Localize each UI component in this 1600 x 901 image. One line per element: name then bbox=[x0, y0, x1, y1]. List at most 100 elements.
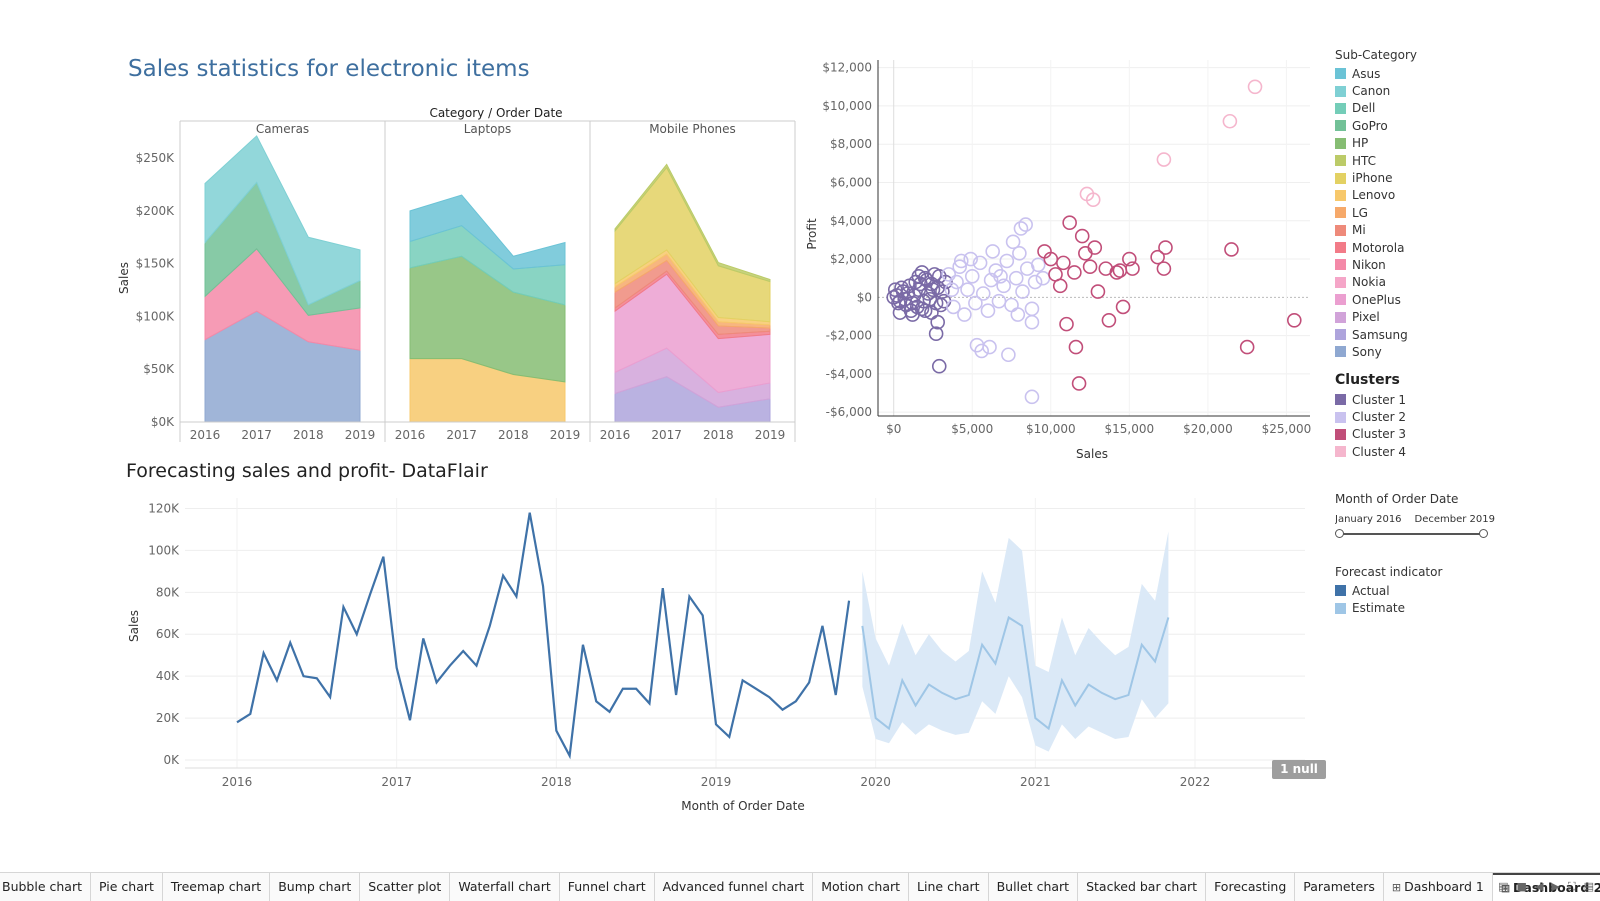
scatter-point-cluster-2[interactable] bbox=[1001, 347, 1016, 363]
scatter-point-cluster-2[interactable] bbox=[1030, 257, 1046, 273]
subcategory-legend-item[interactable]: OnePlus bbox=[1335, 291, 1417, 308]
subcategory-legend-item[interactable]: Motorola bbox=[1335, 239, 1417, 256]
subcategory-legend-item[interactable]: Mi bbox=[1335, 222, 1417, 239]
scatter-point-cluster-4[interactable] bbox=[1222, 113, 1238, 129]
tab-bubble-chart[interactable]: Bubble chart bbox=[0, 873, 91, 901]
subcategory-legend-item[interactable]: Asus bbox=[1335, 65, 1417, 82]
scatter-point-cluster-2[interactable] bbox=[1027, 274, 1043, 290]
area-plot-area[interactable] bbox=[204, 135, 771, 423]
presentation-icon[interactable]: ▤ bbox=[1584, 880, 1594, 894]
scatter-point-cluster-2[interactable] bbox=[1035, 270, 1051, 286]
scatter-point-cluster-4[interactable] bbox=[1247, 79, 1263, 95]
scatter-point-cluster-3[interactable] bbox=[1286, 313, 1302, 328]
null-indicator-badge[interactable]: 1 null bbox=[1272, 760, 1326, 779]
tab-bump-chart[interactable]: Bump chart bbox=[270, 873, 361, 901]
scatter-plot[interactable]: $12,000 $10,000 $8,000 $6,000 $4,000 $2,000 $0… bbox=[800, 48, 1320, 468]
scatter-point-cluster-3[interactable] bbox=[1071, 376, 1087, 391]
tab-forecasting[interactable]: Forecasting bbox=[1206, 873, 1296, 901]
tab-treemap-chart[interactable]: Treemap chart bbox=[163, 873, 271, 901]
tab-motion-chart[interactable]: Motion chart bbox=[813, 873, 910, 901]
scatter-point-cluster-2[interactable] bbox=[1005, 234, 1021, 250]
sheet-grid-icon[interactable]: ▤ bbox=[1498, 880, 1508, 894]
scatter-point-cluster-2[interactable] bbox=[980, 303, 996, 319]
tab-parameters[interactable]: Parameters bbox=[1295, 873, 1384, 901]
scatter-point-cluster-3[interactable] bbox=[1224, 242, 1239, 257]
scatter-point-cluster-1[interactable] bbox=[931, 358, 947, 374]
scatter-point-cluster-2[interactable] bbox=[1024, 389, 1040, 405]
scatter-point-cluster-2[interactable] bbox=[982, 339, 997, 355]
scatter-point-cluster-2[interactable] bbox=[1004, 297, 1019, 313]
scatter-point-cluster-2[interactable] bbox=[1015, 284, 1030, 299]
sheet-navigation[interactable]: ▤ ■ ◀ ▶ ⛶ ▤ bbox=[1498, 880, 1594, 894]
month-range-slider[interactable] bbox=[1335, 529, 1488, 539]
scatter-point-cluster-3[interactable] bbox=[1059, 316, 1074, 332]
subcategory-legend[interactable]: Sub-Category Asus Canon Dell GoPro HP HTC iPho… bbox=[1335, 48, 1417, 361]
slider-start-handle[interactable] bbox=[1335, 529, 1344, 538]
scatter-plot-area[interactable]: $12,000 $10,000 $8,000 $6,000 $4,000 $2,000 $0… bbox=[822, 60, 1311, 436]
tab-funnel-chart[interactable]: Funnel chart bbox=[560, 873, 655, 901]
scatter-point-cluster-3[interactable] bbox=[1087, 240, 1103, 255]
tab-stacked-bar-chart[interactable]: Stacked bar chart bbox=[1078, 873, 1207, 901]
scatter-point-cluster-3[interactable] bbox=[1067, 265, 1082, 280]
forecast-indicator-legend-item[interactable]: Estimate bbox=[1335, 599, 1442, 616]
scatter-point-cluster-3[interactable] bbox=[1239, 339, 1255, 355]
clusters-legend[interactable]: Clusters Cluster 1 Cluster 2 Cluster 3 Clus… bbox=[1335, 372, 1406, 461]
scatter-point-cluster-3[interactable] bbox=[1078, 246, 1093, 261]
scatter-point-cluster-3[interactable] bbox=[1074, 228, 1090, 244]
subcategory-legend-item[interactable]: Dell bbox=[1335, 100, 1417, 117]
scatter-point-cluster-2[interactable] bbox=[991, 293, 1007, 309]
subcategory-legend-item[interactable]: Nokia bbox=[1335, 274, 1417, 291]
tab-pie-chart[interactable]: Pie chart bbox=[91, 873, 163, 901]
clusters-legend-item[interactable]: Cluster 1 bbox=[1335, 391, 1406, 408]
scatter-point-cluster-2[interactable] bbox=[1024, 314, 1040, 330]
scatter-point-cluster-2[interactable] bbox=[975, 286, 991, 301]
next-sheet-icon[interactable]: ▶ bbox=[1551, 880, 1559, 894]
scatter-point-cluster-3[interactable] bbox=[1115, 299, 1131, 315]
previous-sheet-icon[interactable]: ◀ bbox=[1535, 880, 1543, 894]
forecast-indicator-legend-item[interactable]: Actual bbox=[1335, 582, 1442, 599]
subcategory-legend-item[interactable]: HP bbox=[1335, 135, 1417, 152]
clusters-legend-item[interactable]: Cluster 2 bbox=[1335, 408, 1406, 425]
scatter-point-cluster-3[interactable] bbox=[1156, 261, 1172, 276]
scatter-point-cluster-2[interactable] bbox=[1008, 270, 1024, 286]
clusters-legend-item[interactable]: Cluster 4 bbox=[1335, 443, 1406, 460]
subcategory-legend-item[interactable]: Lenovo bbox=[1335, 187, 1417, 204]
subcategory-legend-item[interactable]: HTC bbox=[1335, 152, 1417, 169]
fullscreen-icon[interactable]: ⛶ bbox=[1568, 880, 1576, 894]
subcategory-legend-item[interactable]: iPhone bbox=[1335, 169, 1417, 186]
scatter-point-cluster-2[interactable] bbox=[957, 307, 972, 322]
scatter-point-cluster-3[interactable] bbox=[1082, 259, 1098, 275]
tab-bullet-chart[interactable]: Bullet chart bbox=[989, 873, 1079, 901]
forecast-plot-area[interactable]: 120K 100K 80K 60K 40K 20K 0K 2016 2017 2018 2019 20… bbox=[148, 498, 1305, 789]
scatter-point-cluster-3[interactable] bbox=[1101, 313, 1117, 328]
scatter-point-cluster-1[interactable] bbox=[936, 293, 952, 309]
scatter-point-cluster-3[interactable] bbox=[1056, 255, 1071, 271]
tab-dashboard-1[interactable]: ⊞ Dashboard 1 bbox=[1384, 873, 1493, 901]
subcategory-legend-item[interactable]: Samsung bbox=[1335, 326, 1417, 343]
scatter-point-cluster-3[interactable] bbox=[1052, 278, 1068, 294]
tab-advanced-funnel-chart[interactable]: Advanced funnel chart bbox=[655, 873, 814, 901]
clusters-legend-item[interactable]: Cluster 3 bbox=[1335, 426, 1406, 443]
sheet-tab-bar[interactable]: Bubble chart Pie chart Treemap chart Bump c… bbox=[0, 872, 1600, 901]
tab-scatter-plot[interactable]: Scatter plot bbox=[360, 873, 451, 901]
scatter-point-cluster-3[interactable] bbox=[1090, 284, 1106, 299]
slider-end-handle[interactable] bbox=[1479, 529, 1488, 538]
scatter-point-cluster-3[interactable] bbox=[1062, 215, 1077, 230]
subcategory-legend-item[interactable]: Pixel bbox=[1335, 308, 1417, 325]
scatter-point-cluster-2[interactable] bbox=[985, 244, 1000, 259]
forecast-indicator-legend[interactable]: Forecast indicator Actual Estimate bbox=[1335, 565, 1442, 617]
subcategory-legend-item[interactable]: Sony bbox=[1335, 343, 1417, 360]
scatter-point-cluster-2[interactable] bbox=[999, 253, 1015, 269]
subcategory-legend-item[interactable]: Canon bbox=[1335, 82, 1417, 99]
area-chart[interactable]: Category / Order Date $250K $200K $150K $10… bbox=[110, 100, 810, 450]
subcategory-legend-item[interactable]: Nikon bbox=[1335, 256, 1417, 273]
scatter-point-cluster-2[interactable] bbox=[1024, 301, 1040, 317]
sheet-filmstrip-icon[interactable]: ■ bbox=[1517, 880, 1527, 894]
scatter-point-cluster-3[interactable] bbox=[1068, 339, 1084, 355]
subcategory-legend-item[interactable]: LG bbox=[1335, 204, 1417, 221]
tab-line-chart[interactable]: Line chart bbox=[909, 873, 989, 901]
forecast-chart[interactable]: 120K 100K 80K 60K 40K 20K 0K 2016 2017 2018 2019 20… bbox=[110, 488, 1320, 828]
scatter-point-cluster-3[interactable] bbox=[1158, 240, 1173, 255]
scatter-point-cluster-2[interactable] bbox=[1010, 307, 1026, 322]
month-filter[interactable]: Month of Order Date January 2016 Decembe… bbox=[1335, 492, 1495, 539]
